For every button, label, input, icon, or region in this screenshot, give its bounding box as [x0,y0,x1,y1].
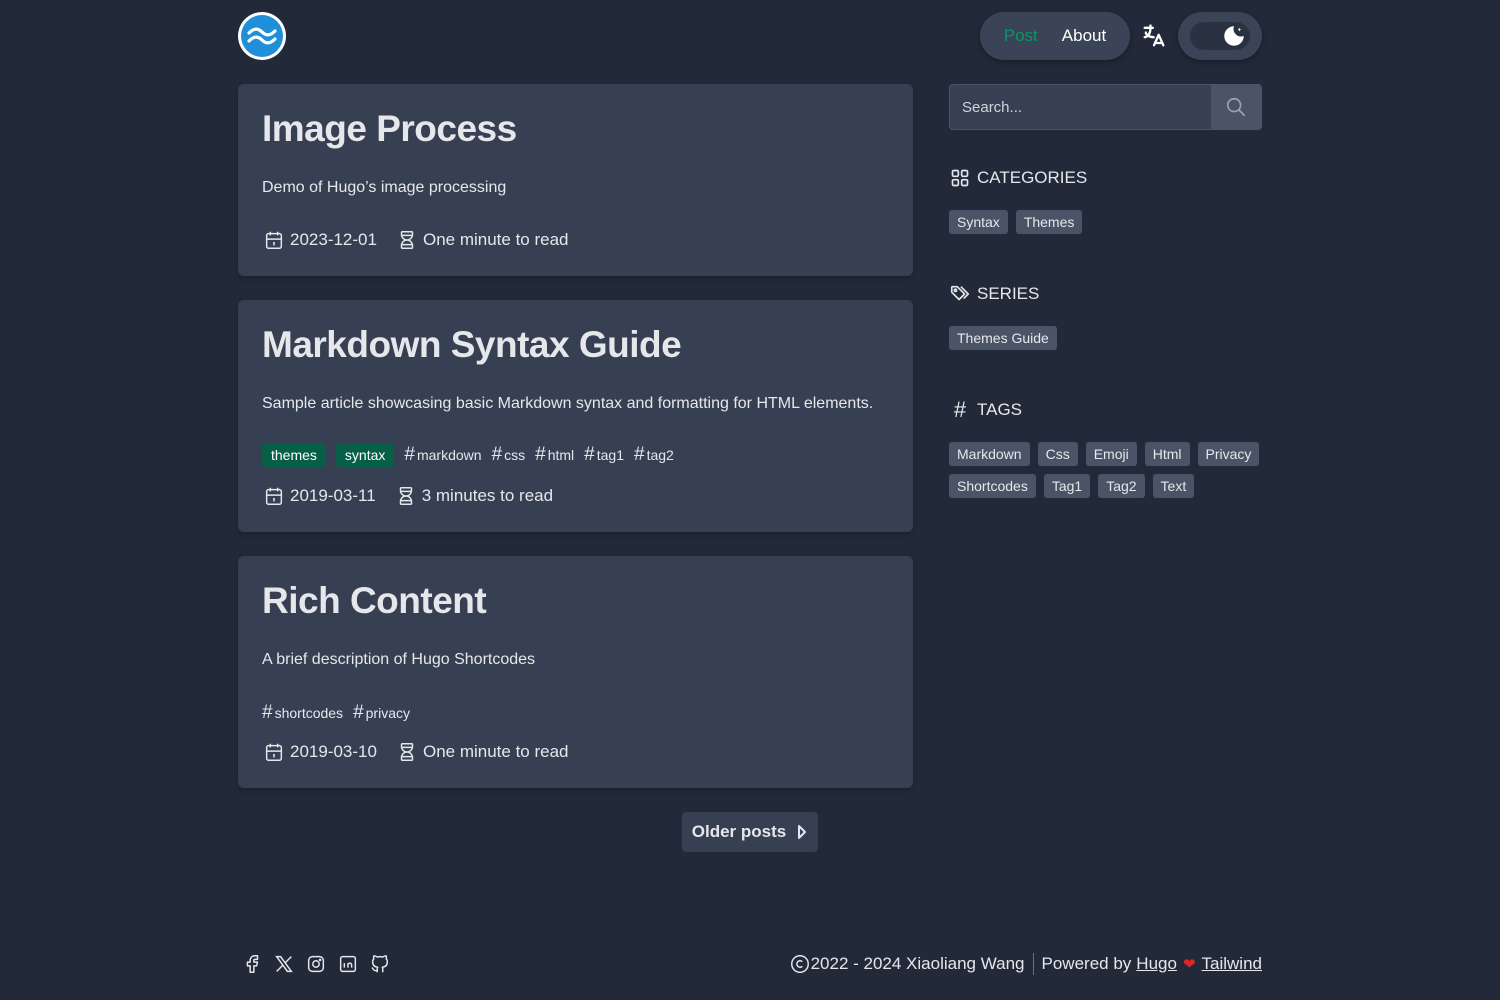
calendar-icon [262,740,286,764]
post-description: Demo of Hugo’s image processing [262,179,507,196]
x-icon[interactable] [272,952,296,976]
tag-link[interactable]: # shortcodes [262,702,343,724]
hourglass-icon [395,740,419,764]
copyright-text: 2022 - 2024 Xiaoliang Wang [810,954,1025,973]
post-meta: 2023-12-01 One minute to read [262,228,569,252]
post-description: A brief description of Hugo Shortcodes [262,651,536,668]
categories-list: Syntax Themes [949,210,1262,234]
post-tags-row: themes syntax # markdown # css # html # tag1… [262,443,674,467]
post-title[interactable]: Markdown Syntax Guide [262,324,682,366]
search-button[interactable] [1211,85,1261,129]
post-description: Sample article showcasing basic Markdown… [262,395,874,412]
post-reading-time: One minute to read [422,742,569,761]
post-meta: 2019-03-10 One minute to read [262,740,569,764]
github-icon[interactable] [368,952,392,976]
hourglass-icon [395,228,419,252]
moon-icon [1220,22,1248,50]
tag-link[interactable]: # markdown [404,444,481,466]
post-card[interactable]: Image Process Demo of Hugo’s image proce… [238,84,913,276]
tags-list: Markdown Css Emoji Html Privacy Shortcod… [949,442,1262,498]
footer-credits: 2022 - 2024 Xiaoliang Wang Powered by Hu… [789,952,1262,976]
tailwind-link[interactable]: Tailwind [1202,954,1262,974]
category-chip[interactable]: Syntax [949,210,1008,234]
hash-icon: # [353,702,364,723]
tag-chip[interactable]: Tag1 [1043,474,1091,498]
post-date: 2023-12-01 [290,230,377,249]
copyright-icon [790,955,809,973]
search-input[interactable] [950,85,1213,129]
category-badge[interactable]: themes [262,443,326,467]
theme-toggle[interactable] [1178,12,1262,60]
post-card[interactable]: Rich Content A brief description of Hugo… [238,556,913,788]
series-heading: SERIES [949,283,1039,305]
calendar-icon [262,484,286,508]
logo-icon [241,15,283,57]
grid-icon [949,167,971,189]
tag-chip[interactable]: Text [1152,474,1195,498]
tag-link[interactable]: # html [535,444,574,466]
hash-icon: # [535,444,546,465]
powered-by-text: Powered by [1041,954,1132,973]
post-title[interactable]: Rich Content [262,580,487,622]
post-card[interactable]: Markdown Syntax Guide Sample article sho… [238,300,913,532]
post-tags-row: # shortcodes # privacy [262,702,410,724]
post-date: 2019-03-11 [290,486,376,505]
facebook-icon[interactable] [240,952,264,976]
heart-icon: ❤ [1182,956,1196,973]
search-box [949,84,1262,130]
post-meta: 2019-03-11 3 minutes to read [262,484,553,508]
hugo-link[interactable]: Hugo [1136,954,1177,974]
tags-heading: # TAGS [949,397,1022,422]
hash-icon: # [491,444,503,465]
post-reading-time: One minute to read [422,230,569,249]
chevron-right-icon [798,825,807,839]
tag-chip[interactable]: Emoji [1085,442,1137,466]
tag-chip[interactable]: Shortcodes [949,474,1036,498]
older-posts-button[interactable]: Older posts [682,812,818,852]
hash-icon: # [584,444,595,465]
nav-post-link[interactable]: Post [1004,26,1038,46]
post-reading-time: 3 minutes to read [421,486,554,505]
tag-chip[interactable]: Privacy [1197,442,1260,466]
tag-chip[interactable]: Css [1037,442,1078,466]
tag-link[interactable]: # privacy [353,702,410,724]
hash-icon: # [953,397,967,422]
hash-icon: # [404,444,415,465]
tag-chip[interactable]: Tag2 [1098,474,1145,498]
post-date: 2019-03-10 [290,742,377,761]
post-title[interactable]: Image Process [262,108,517,150]
tag-link[interactable]: # tag2 [634,444,674,466]
instagram-icon[interactable] [304,952,328,976]
calendar-icon [262,228,286,252]
tag-chip[interactable]: Html [1144,442,1190,466]
language-toggle-button[interactable] [1138,20,1170,52]
tag-link[interactable]: # css [492,444,526,466]
translate-icon [1143,24,1165,47]
nav-about-link[interactable]: About [1062,26,1106,46]
site-header: Post About [238,12,1262,60]
social-links [240,952,392,976]
older-posts-label: Older posts [691,822,787,841]
category-badge[interactable]: syntax [335,443,395,467]
search-icon [1226,97,1246,117]
series-list: Themes Guide [949,326,1262,350]
linkedin-icon[interactable] [336,952,360,976]
hourglass-icon [394,484,418,508]
footer-divider [1032,953,1034,975]
tag-link[interactable]: # tag1 [584,444,624,466]
main-nav: Post About [980,12,1130,60]
hash-icon: # [634,444,645,465]
hash-icon: # [262,702,273,723]
series-chip[interactable]: Themes Guide [949,326,1057,350]
site-logo[interactable] [238,12,286,60]
tag-chip[interactable]: Markdown [949,442,1030,466]
category-chip[interactable]: Themes [1015,210,1083,234]
tag-icon [949,283,971,305]
categories-heading: CATEGORIES [949,167,1087,189]
